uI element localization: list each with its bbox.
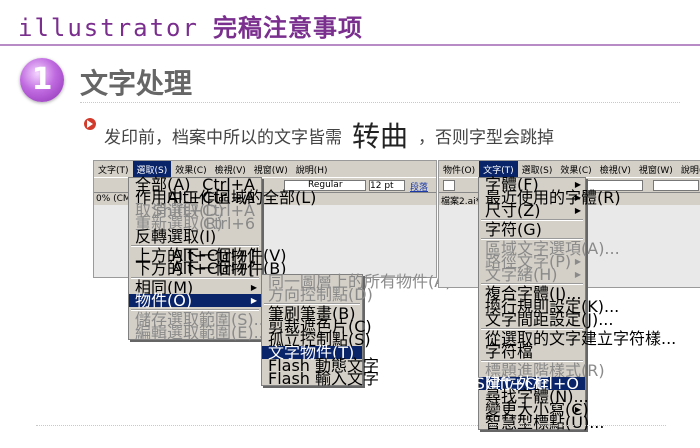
object-submenu: 同一圖層上的所有物件(A) 方向控制點(D) 筆刷筆畫(B) 剪裁遮色片(C) 孤立控制…: [261, 274, 451, 387]
menu-item-label: 字符(G): [485, 220, 542, 239]
instruction-emphasis: 转曲: [352, 120, 409, 153]
menu-item[interactable]: 文字緒(H) ▶: [479, 265, 585, 284]
submenu-arrow-icon: ▶: [574, 270, 581, 279]
menu-item-label: 字符檔: [485, 342, 534, 361]
section-number: 1: [31, 62, 53, 97]
instruction-part1: 发印前，档案中所以的文字皆需: [104, 128, 342, 148]
submenu-arrow-icon: ▶: [574, 193, 581, 202]
menubar-item[interactable]: 視窗(W): [635, 161, 677, 178]
menu-item-label: 物件(O): [135, 291, 193, 310]
submenu-arrow-icon: ▶: [574, 257, 581, 266]
menu-item-label: 方向控制點(D): [268, 285, 373, 304]
footer-divider: [36, 425, 666, 426]
menubar: 物件(O)文字(T)選取(S)效果(C)檢視(V)視窗(W)說明(H): [439, 161, 700, 178]
type-menu: 字體(F) ▶ 最近使用的字體(R) ▶ 尺寸(Z) ▶ 字符(G) 區域文字選項(A)...…: [475, 177, 677, 431]
menubar-item[interactable]: 說明(H): [677, 161, 700, 178]
menubar-item[interactable]: 檢視(V): [596, 161, 635, 178]
font-size-field[interactable]: 12 pt: [369, 180, 405, 191]
menu-item-label: 智慧型標點(U)...: [485, 413, 605, 432]
menu-item-label: 編輯選取範圍(E)...: [135, 323, 269, 342]
menu-item-label: 文字間距設定(J)...: [485, 310, 614, 329]
paragraph-link[interactable]: 段落: [410, 180, 430, 193]
submenu-arrow-icon: ▶: [574, 206, 581, 215]
menu-item[interactable]: 文字間距設定(J)...: [479, 312, 613, 328]
menubar-item[interactable]: 物件(O): [439, 161, 479, 178]
menu-item[interactable]: Flash 輸入文字: [262, 371, 379, 387]
instruction-part2: ，否则字型会跳掉: [418, 128, 555, 148]
menu-item-label: 文字緒(H): [485, 265, 558, 284]
bullet-arrow-icon: [84, 118, 96, 130]
instruction-text: 发印前，档案中所以的文字皆需 转曲 ，否则字型会跳掉: [104, 112, 555, 153]
menubar-item[interactable]: 視窗(W): [250, 161, 292, 178]
menu-item-label: Flash 輸入文字: [268, 369, 380, 388]
menu-item[interactable]: 字符(G): [479, 220, 585, 239]
section-title: 文字处理: [80, 67, 193, 100]
header: illustrator 完稿注意事项: [0, 0, 700, 46]
menu-item-shortcut: Alt+Ctrl+[: [171, 259, 255, 278]
menu-item[interactable]: 智慧型標點(U)...: [479, 415, 604, 431]
menu-item-label: 尺寸(Z): [485, 201, 541, 220]
menu-item[interactable]: 編輯選取範圍(E)...: [129, 325, 269, 341]
page-title: illustrator 完稿注意事项: [18, 8, 363, 43]
header-divider: [0, 44, 700, 46]
menu-item[interactable]: 尺寸(Z) ▶: [479, 201, 585, 220]
menu-item-label: 反轉選取(I): [135, 227, 217, 246]
menubar-item[interactable]: 效果(C): [556, 161, 595, 178]
menu-item[interactable]: 方向控制點(D): [262, 287, 373, 303]
section-divider: [80, 102, 680, 103]
title-chinese: 完稿注意事项: [212, 14, 363, 42]
menu-item[interactable]: 反轉選取(I): [129, 227, 261, 246]
menu-item[interactable]: 下方的下一個物件(B) Alt+Ctrl+[: [129, 259, 286, 278]
submenu-arrow-icon: ▶: [250, 296, 257, 305]
menu-item[interactable]: 字符檔: [479, 342, 585, 361]
section-number-badge: 1: [20, 58, 64, 102]
menubar-item[interactable]: 說明(H): [292, 161, 332, 178]
menubar-item[interactable]: 文字(T): [94, 161, 133, 178]
submenu-arrow-icon: ▶: [250, 283, 257, 292]
menu-item[interactable]: 物件(O) ▶: [129, 291, 261, 310]
select-menu: 全部(A) Ctrl+A 作用中工作區域的全部(L) Alt+Ctrl+A 取消選取(D…: [128, 177, 316, 341]
title-english: illustrator: [18, 14, 199, 42]
